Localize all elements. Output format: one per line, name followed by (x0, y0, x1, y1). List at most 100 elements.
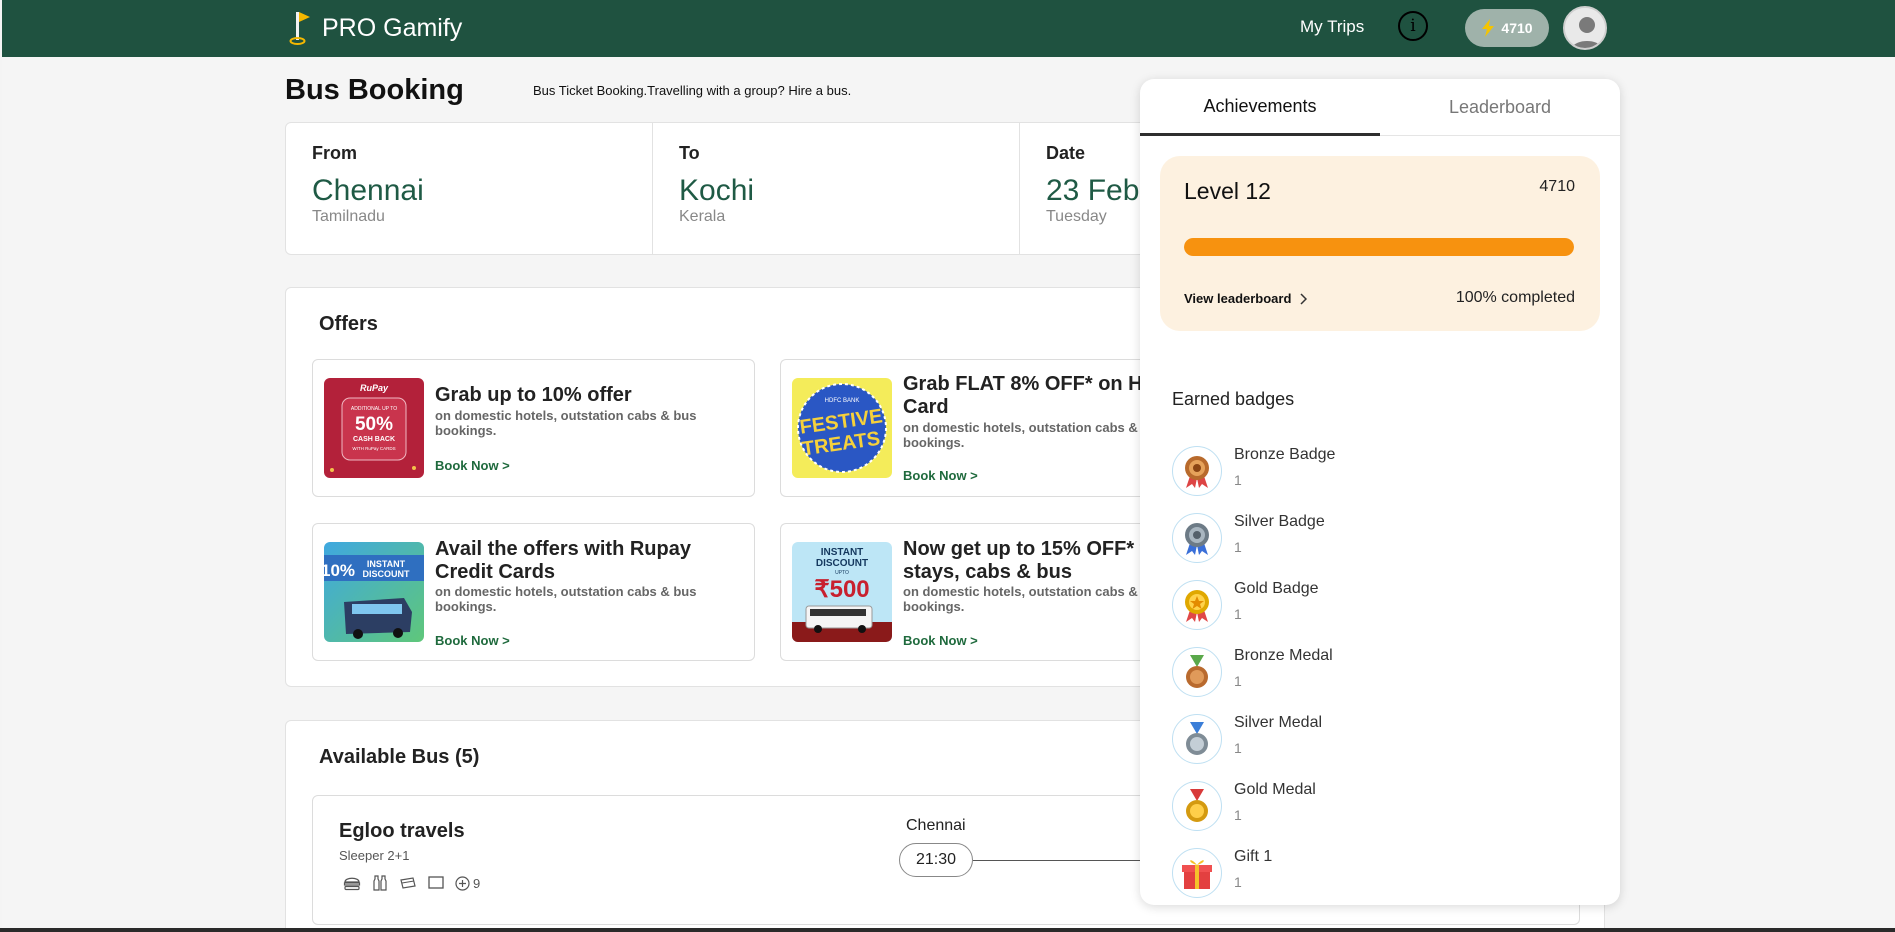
rupay-brand-text: RuPay (360, 383, 389, 393)
badge-item[interactable]: Bronze Medal 1 (1172, 647, 1592, 703)
book-now-link[interactable]: Book Now > (903, 633, 978, 648)
to-city: Kochi (679, 174, 755, 207)
badge-count: 1 (1234, 606, 1242, 622)
hdfc-offer-image: HDFC BANK FESTIVE TREATS (792, 378, 892, 478)
badge-item[interactable]: Gold Badge 1 (1172, 580, 1592, 636)
book-now-link[interactable]: Book Now > (435, 458, 510, 473)
level-title: Level 12 (1184, 178, 1271, 204)
book-now-link[interactable]: Book Now > (435, 633, 510, 648)
coins-count: 4710 (1501, 20, 1533, 36)
to-state: Kerala (679, 208, 726, 225)
disc500-line2-text: DISCOUNT (816, 558, 868, 569)
disc10-line2-text: DISCOUNT (363, 569, 411, 579)
badge-count: 1 (1234, 472, 1242, 488)
my-trips-link[interactable]: My Trips (1300, 17, 1364, 37)
water-bottle-icon (373, 875, 387, 891)
badge-count: 1 (1234, 807, 1242, 823)
badge-name: Gold Medal (1234, 781, 1316, 798)
app-name: PRO Gamify (322, 13, 463, 42)
badge-count: 1 (1234, 673, 1242, 689)
avatar[interactable] (1563, 6, 1607, 50)
badge-count: 1 (1234, 740, 1242, 756)
amenities: 9 (343, 874, 480, 892)
completion-text: 100% completed (1455, 289, 1575, 306)
bottom-strip (0, 928, 1895, 932)
to-field[interactable]: To Kochi Kerala (653, 123, 1020, 254)
earned-badges-title: Earned badges (1172, 389, 1295, 409)
more-amenities-count: 9 (473, 875, 481, 891)
plus-circle-icon (455, 875, 470, 891)
coins-button[interactable]: 4710 (1465, 9, 1549, 47)
tv-screen-icon (428, 876, 444, 889)
from-label: From (312, 143, 357, 163)
badge-item[interactable]: Gold Medal 1 (1172, 781, 1592, 837)
silver-medal-icon (1172, 714, 1222, 764)
offers-title: Offers (319, 313, 378, 335)
offer-desc: on domestic hotels, outstation cabs & bu… (435, 584, 697, 614)
user-avatar-icon (1565, 8, 1605, 48)
level-card: Level 12 4710 View leaderboard 100% comp… (1160, 156, 1600, 331)
bus-operator-name: Egloo travels (339, 820, 465, 842)
blanket-icon (400, 877, 416, 889)
gold-badge-icon (1172, 580, 1222, 630)
disc10-line1-text: INSTANT (367, 559, 406, 569)
departure-time: 21:30 (899, 843, 973, 877)
app-logo[interactable]: PRO Gamify (284, 10, 462, 46)
badge-item[interactable]: Silver Medal 1 (1172, 714, 1592, 770)
hdfc-bank-text: HDFC BANK (825, 398, 860, 404)
book-now-link[interactable]: Book Now > (903, 468, 978, 483)
panel-tabs: Achievements Leaderboard (1140, 79, 1620, 136)
chevron-right-icon (1300, 292, 1308, 305)
golf-flag-icon (289, 12, 310, 45)
bus-type: Sleeper 2+1 (339, 848, 410, 863)
badge-name: Gold Badge (1234, 580, 1319, 597)
rupay-top-text: ADDITIONAL UP TO (351, 406, 397, 412)
info-icon[interactable]: i (1398, 11, 1428, 41)
to-label: To (679, 143, 700, 163)
tab-achievements[interactable]: Achievements (1140, 79, 1380, 136)
discount-500-offer-image: INSTANT DISCOUNT UPTO ₹500 (792, 542, 892, 642)
rupay-line-text: CASH BACK (353, 436, 395, 443)
rupay-offer-image: RuPay ADDITIONAL UP TO 50% CASH BACK WIT… (324, 378, 424, 478)
available-bus-title: Available Bus (5) (319, 746, 480, 768)
offer-title: Avail the offers with Rupay Credit Cards (435, 538, 691, 583)
from-field[interactable]: From Chennai Tamilnadu (286, 123, 653, 254)
gold-medal-icon (1172, 781, 1222, 831)
offer-title: Grab up to 10% offer (435, 384, 632, 406)
badge-name: Bronze Badge (1234, 446, 1336, 463)
silver-badge-icon (1172, 513, 1222, 563)
badge-name: Gift 1 (1234, 848, 1273, 865)
instant-discount-offer-image: 10% INSTANT DISCOUNT (324, 542, 424, 642)
page-subtitle: Bus Ticket Booking.Travelling with a gro… (533, 83, 852, 98)
tab-leaderboard[interactable]: Leaderboard (1380, 79, 1620, 136)
disc500-amt-text: ₹500 (814, 576, 869, 603)
level-progress-bar (1184, 238, 1574, 256)
gift-icon (1172, 848, 1222, 898)
offer-desc: on domestic hotels, outstation cabs & bu… (435, 408, 697, 438)
badge-item[interactable]: Silver Badge 1 (1172, 513, 1592, 569)
page-title: Bus Booking (285, 74, 464, 106)
bronze-badge-icon (1172, 446, 1222, 496)
badge-item[interactable]: Gift 1 1 (1172, 848, 1592, 904)
badge-name: Silver Badge (1234, 513, 1325, 530)
lightning-icon (1482, 19, 1495, 37)
badge-name: Bronze Medal (1234, 647, 1333, 664)
more-amenities[interactable]: 9 (455, 876, 480, 891)
disc500-line1-text: INSTANT (821, 547, 864, 558)
badge-count: 1 (1234, 539, 1242, 555)
badge-name: Silver Medal (1234, 714, 1323, 731)
top-header: PRO Gamify My Trips i 4710 (2, 0, 1895, 57)
rupay-pct-text: 50% (355, 414, 393, 435)
view-leaderboard-label: View leaderboard (1184, 291, 1292, 306)
rupay-foot-text: WITH RuPay CARDS (352, 446, 395, 451)
burger-icon (343, 877, 361, 891)
offer-card[interactable]: 10% INSTANT DISCOUNT Avail the offers wi… (312, 523, 755, 661)
level-points: 4710 (1539, 178, 1575, 195)
bronze-medal-icon (1172, 647, 1222, 697)
offer-card[interactable]: RuPay ADDITIONAL UP TO 50% CASH BACK WIT… (312, 359, 755, 497)
achievements-panel: Achievements Leaderboard Level 12 4710 V… (1140, 79, 1620, 905)
view-leaderboard-link[interactable]: View leaderboard (1184, 291, 1308, 306)
disc10-pct-text: 10% (324, 561, 355, 580)
from-state: Tamilnadu (312, 208, 385, 225)
badge-item[interactable]: Bronze Badge 1 (1172, 446, 1592, 502)
